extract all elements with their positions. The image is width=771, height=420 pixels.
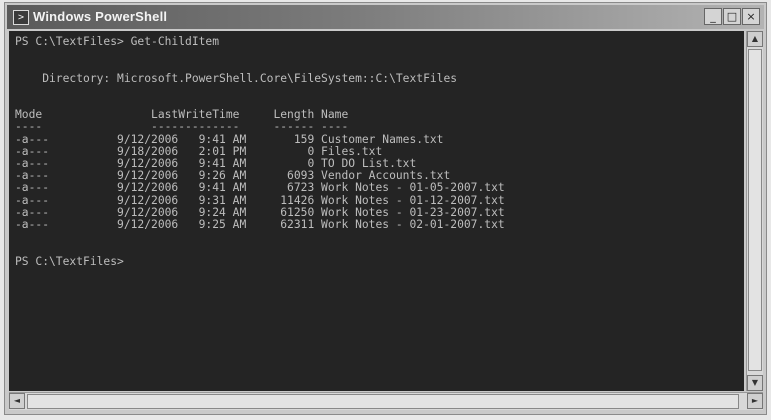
powershell-window: > Windows PowerShell _ □ × PS C:\TextFil… <box>4 2 767 415</box>
scroll-up-button[interactable]: ▲ <box>747 31 763 47</box>
close-button[interactable]: × <box>742 8 760 25</box>
console-area[interactable]: PS C:\TextFiles> Get-ChildItem Directory… <box>9 31 744 391</box>
vertical-scrollbar[interactable]: ▲ ▼ <box>746 31 763 391</box>
horizontal-scroll-thumb[interactable] <box>27 394 739 409</box>
console-line: PS C:\TextFiles> Get-ChildItem <box>15 35 220 48</box>
console-line: Directory: Microsoft.PowerShell.Core\Fil… <box>15 71 458 85</box>
horizontal-scrollbar[interactable]: ◄ ► <box>9 392 763 410</box>
console-line: Mode LastWriteTime Length Name <box>15 108 349 122</box>
scroll-right-button[interactable]: ► <box>747 393 763 409</box>
console-line: -a--- 9/12/2006 9:31 AM 11426 Work Notes… <box>15 193 505 207</box>
title-bar[interactable]: > Windows PowerShell _ □ × <box>7 5 764 29</box>
window-title: Windows PowerShell <box>33 9 168 24</box>
console-line: -a--- 9/12/2006 9:26 AM 6093 Vendor Acco… <box>15 169 451 183</box>
scroll-left-button[interactable]: ◄ <box>9 393 25 409</box>
minimize-button[interactable]: _ <box>704 8 722 25</box>
console-line: -a--- 9/12/2006 9:25 AM 62311 Work Notes… <box>15 218 505 232</box>
console-line: -a--- 9/12/2006 9:41 AM 159 Customer Nam… <box>15 132 444 146</box>
scroll-down-button[interactable]: ▼ <box>747 375 763 391</box>
console-line: -a--- 9/12/2006 9:41 AM 0 TO DO List.txt <box>15 157 417 171</box>
console-line: ---- ------------- ------ ---- <box>15 120 349 134</box>
console-line: -a--- 9/12/2006 9:41 AM 6723 Work Notes … <box>15 181 505 195</box>
maximize-button[interactable]: □ <box>723 8 741 25</box>
console-line: -a--- 9/12/2006 9:24 AM 61250 Work Notes… <box>15 205 505 219</box>
console-line: PS C:\TextFiles> <box>15 254 124 268</box>
console-output: PS C:\TextFiles> Get-ChildItem Directory… <box>9 31 744 273</box>
powershell-icon[interactable]: > <box>13 10 29 25</box>
vertical-scroll-thumb[interactable] <box>748 49 762 371</box>
console-line: -a--- 9/18/2006 2:01 PM 0 Files.txt <box>15 144 383 158</box>
